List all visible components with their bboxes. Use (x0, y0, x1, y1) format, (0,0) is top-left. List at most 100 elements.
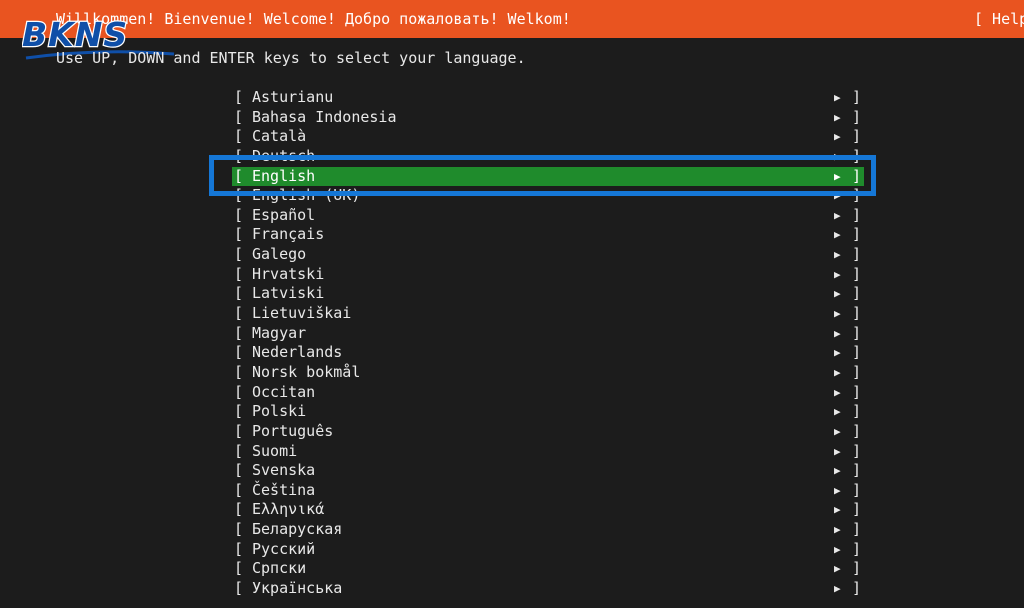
language-label: Català (252, 127, 307, 146)
language-option[interactable]: [Deutsch ▶] (232, 147, 864, 167)
language-label: Српски (252, 559, 307, 578)
language-label: Magyar (252, 323, 307, 342)
language-option[interactable]: [ English (UK) ▶] (232, 186, 864, 206)
bracket-open: [ (234, 520, 244, 539)
language-label: Українська (252, 579, 343, 598)
submenu-arrow-icon: ▶ (834, 385, 841, 399)
language-option[interactable]: [ English ▶] (232, 166, 864, 187)
language-label: Polski (252, 402, 307, 421)
language-list: [ Asturianu ▶] [ Bahasa Indonesia ▶] [ Català ▶]… (232, 88, 864, 599)
language-option[interactable]: [Српски ▶] (232, 559, 864, 579)
language-label: Asturianu (252, 88, 334, 106)
language-label: Español (252, 205, 316, 224)
bracket-open: [ (234, 88, 244, 106)
bracket-close: ] (852, 402, 862, 421)
bracket-close: ] (852, 421, 862, 440)
submenu-arrow-icon: ▶ (834, 365, 841, 379)
language-option[interactable]: [Ελληνικά ▶] (232, 500, 864, 520)
bracket-close: ] (852, 382, 862, 401)
bracket-close: ] (852, 461, 862, 480)
bracket-open: [ (234, 362, 244, 381)
bracket-close: ] (852, 500, 862, 519)
language-label: Nederlands (252, 343, 343, 362)
submenu-arrow-icon: ▶ (834, 189, 841, 203)
language-option[interactable]: [ Norsk bokmål ▶] (232, 363, 864, 383)
language-label: Norsk bokmål (252, 362, 361, 381)
language-option[interactable]: [Français ▶] (232, 225, 864, 245)
language-option[interactable]: [Català ▶] (232, 127, 864, 147)
bracket-open: [ (234, 166, 244, 185)
submenu-arrow-icon: ▶ (834, 464, 841, 478)
language-option[interactable]: [ Hrvatski ▶] (232, 265, 864, 285)
bracket-close: ] (852, 186, 862, 205)
language-option[interactable]: [Español ▶] (232, 206, 864, 226)
language-label: Suomi (252, 441, 298, 460)
bracket-open: [ (234, 402, 244, 421)
language-option[interactable]: [Latviski ▶] (232, 284, 864, 304)
help-button[interactable]: [ Help ] (974, 0, 1024, 38)
language-option[interactable]: [Galego ▶] (232, 245, 864, 265)
submenu-arrow-icon: ▶ (834, 523, 841, 537)
language-label: English (252, 166, 316, 185)
language-label: Беларуская (252, 520, 343, 539)
bracket-close: ] (852, 323, 862, 342)
submenu-arrow-icon: ▶ (834, 405, 841, 419)
language-label: English (UK) (252, 186, 361, 205)
language-option[interactable]: [Occitan ▶] (232, 383, 864, 403)
submenu-arrow-icon: ▶ (834, 149, 841, 163)
submenu-arrow-icon: ▶ (834, 169, 841, 183)
submenu-arrow-icon: ▶ (834, 326, 841, 340)
language-option[interactable]: [ Polski ▶] (232, 402, 864, 422)
submenu-arrow-icon: ▶ (834, 542, 841, 556)
language-label: Svenska (252, 461, 316, 480)
bracket-close: ] (852, 127, 862, 146)
bracket-close: ] (852, 362, 862, 381)
instructions-text: Use UP, DOWN and ENTER keys to select yo… (56, 49, 526, 67)
bracket-open: [ (234, 579, 244, 598)
bracket-open: [ (234, 461, 244, 480)
bracket-close: ] (852, 579, 862, 598)
language-option[interactable]: [ Magyar ▶] (232, 324, 864, 344)
language-option[interactable]: [Suomi ▶] (232, 442, 864, 462)
submenu-arrow-icon: ▶ (834, 248, 841, 262)
bracket-open: [ (234, 146, 244, 165)
bracket-open: [ (234, 323, 244, 342)
submenu-arrow-icon: ▶ (834, 582, 841, 596)
language-option[interactable]: [ Українська ▶] (232, 579, 864, 599)
language-option[interactable]: [ Svenska ▶] (232, 461, 864, 481)
language-option[interactable]: [Português ▶] (232, 422, 864, 442)
language-option[interactable]: [Bahasa Indonesia ▶] (232, 108, 864, 128)
language-option[interactable]: [Nederlands ▶] (232, 343, 864, 363)
bracket-open: [ (234, 539, 244, 558)
bracket-open: [ (234, 205, 244, 224)
bracket-open: [ (234, 107, 244, 126)
bracket-close: ] (852, 559, 862, 578)
language-option[interactable]: [Русский ▶] (232, 540, 864, 560)
language-label: Čeština (252, 480, 316, 499)
language-label: Occitan (252, 382, 316, 401)
language-option[interactable]: [Čeština ▶] (232, 481, 864, 501)
bracket-open: [ (234, 284, 244, 303)
bracket-close: ] (852, 480, 862, 499)
bracket-close: ] (852, 146, 862, 165)
submenu-arrow-icon: ▶ (834, 130, 841, 144)
bracket-open: [ (234, 264, 244, 283)
bracket-open: [ (234, 559, 244, 578)
bracket-close: ] (852, 166, 862, 185)
language-option[interactable]: [Lietuviškai ▶] (232, 304, 864, 324)
language-label: Hrvatski (252, 264, 325, 283)
language-label: Lietuviškai (252, 304, 352, 323)
bracket-open: [ (234, 186, 244, 205)
submenu-arrow-icon: ▶ (834, 444, 841, 458)
bracket-open: [ (234, 225, 244, 244)
bracket-close: ] (852, 107, 862, 126)
language-option[interactable]: [Asturianu ▶] (232, 88, 864, 108)
submenu-arrow-icon: ▶ (834, 91, 841, 104)
bracket-open: [ (234, 480, 244, 499)
language-label: Русский (252, 539, 316, 558)
language-option[interactable]: [Беларуская ▶] (232, 520, 864, 540)
language-label: Bahasa Indonesia (252, 107, 397, 126)
bracket-close: ] (852, 264, 862, 283)
submenu-arrow-icon: ▶ (834, 307, 841, 321)
submenu-arrow-icon: ▶ (834, 267, 841, 281)
